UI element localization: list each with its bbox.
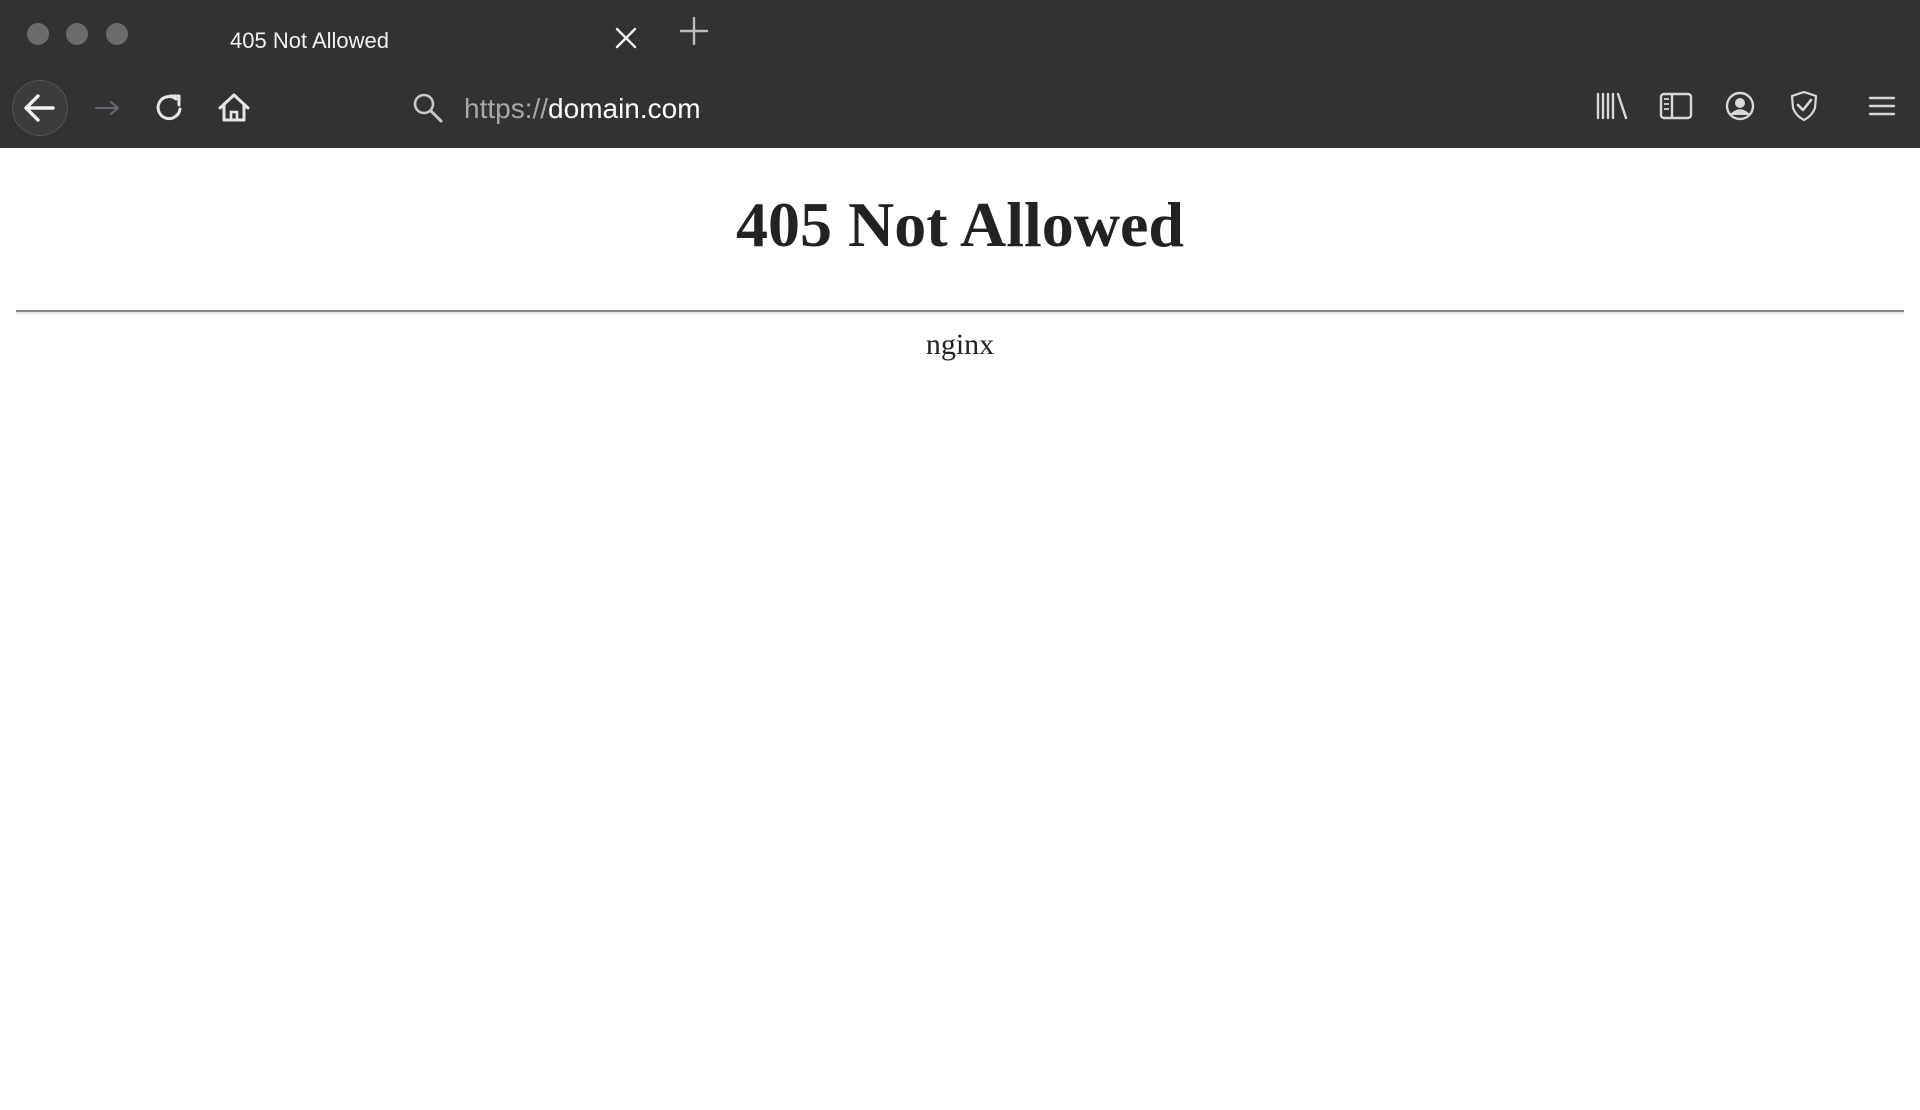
navigation-toolbar: https://domain.com xyxy=(0,68,1920,148)
library-icon[interactable] xyxy=(1590,84,1634,128)
sidebar-icon[interactable] xyxy=(1654,84,1698,128)
plus-icon[interactable] xyxy=(677,14,711,48)
window-zoom-button[interactable] xyxy=(106,23,128,45)
tab-title: 405 Not Allowed xyxy=(230,28,389,53)
browser-tab[interactable]: 405 Not Allowed xyxy=(200,8,660,68)
close-icon[interactable] xyxy=(610,22,642,54)
shield-check-icon[interactable] xyxy=(1782,84,1826,128)
tab-strip: 405 Not Allowed xyxy=(0,0,1920,68)
arrow-right-icon xyxy=(95,101,119,115)
server-name: nginx xyxy=(925,328,995,361)
url-text[interactable]: https://domain.com xyxy=(464,93,701,125)
address-bar[interactable]: https://domain.com xyxy=(400,78,1550,138)
page-title: 405 Not Allowed xyxy=(736,189,1184,260)
page-content: 405 Not Allowed nginx xyxy=(0,148,1920,1110)
home-button[interactable] xyxy=(204,78,264,138)
search-icon xyxy=(410,90,446,126)
hamburger-menu-icon[interactable] xyxy=(1860,84,1904,128)
forward-button[interactable] xyxy=(78,78,138,138)
home-icon xyxy=(218,93,250,122)
horizontal-rule xyxy=(16,310,1904,314)
url-host: domain.com xyxy=(548,93,701,124)
reload-icon xyxy=(156,94,182,121)
window-minimize-button[interactable] xyxy=(66,23,88,45)
reload-button[interactable] xyxy=(140,78,200,138)
browser-window: 405 Not Allowed https://domain.com 405 N… xyxy=(0,0,1920,1110)
account-icon[interactable] xyxy=(1718,84,1762,128)
arrow-left-icon xyxy=(24,94,55,122)
url-scheme: https:// xyxy=(464,93,549,124)
back-button[interactable] xyxy=(10,78,70,138)
window-close-button[interactable] xyxy=(27,23,49,45)
